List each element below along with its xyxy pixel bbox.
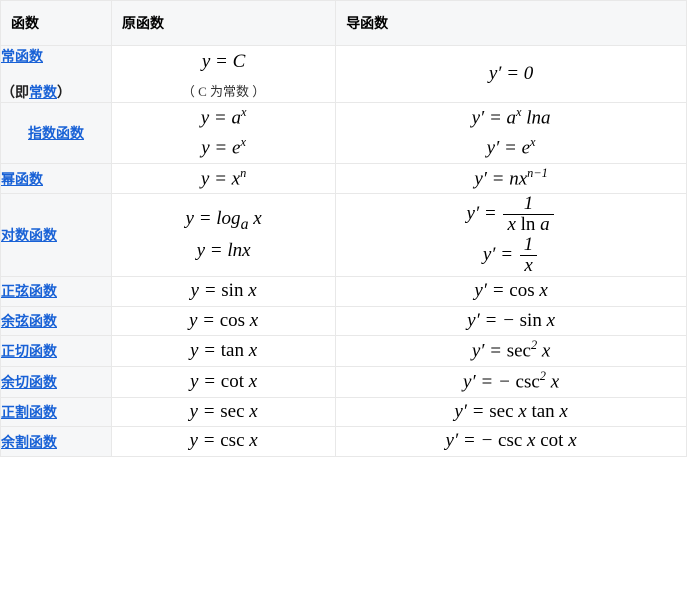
cell-original: y = xn [112, 163, 336, 194]
cell-original: y = cos x [112, 306, 336, 336]
link-cotangent[interactable]: 余切函数 [1, 376, 57, 391]
table-row: 对数函数 y = loga x y = lnx y′ = 1x ln a y′ … [1, 194, 687, 277]
cell-derivative: y′ = nxn−1 [336, 163, 687, 194]
cell-derivative: y′ = cos x [336, 277, 687, 307]
link-constant[interactable]: 常数 [29, 86, 57, 101]
cell-derivative: y′ = 1x ln a y′ = 1x [336, 194, 687, 277]
table-row: 正弦函数 y = sin x y′ = cos x [1, 277, 687, 307]
header-original: 原函数 [112, 1, 336, 46]
cell-original: y = sin x [112, 277, 336, 307]
table-row: 余弦函数 y = cos x y′ = − sin x [1, 306, 687, 336]
row-label-constant: 常函数 （即常数） [1, 46, 112, 103]
link-sine[interactable]: 正弦函数 [1, 285, 57, 300]
table-row: 幂函数 y = xn y′ = nxn−1 [1, 163, 687, 194]
cell-derivative: y′ = sec2 x [336, 336, 687, 367]
cell-original: y = cot x [112, 367, 336, 398]
derivative-table: 函数 原函数 导函数 常函数 （即常数） y = C （ C 为常数 ） y′ … [0, 0, 687, 457]
link-secant[interactable]: 正割函数 [1, 406, 57, 421]
cell-original: y = tan x [112, 336, 336, 367]
cell-original: y = C （ C 为常数 ） [112, 46, 336, 103]
row-label-logarithm: 对数函数 [1, 194, 112, 277]
row-label-power: 幂函数 [1, 163, 112, 194]
cell-derivative: y′ = 0 [336, 46, 687, 103]
row-label-tangent: 正切函数 [1, 336, 112, 367]
link-cosine[interactable]: 余弦函数 [1, 315, 57, 330]
link-constant-function[interactable]: 常函数 [1, 50, 43, 65]
header-function: 函数 [1, 1, 112, 46]
link-tangent[interactable]: 正切函数 [1, 345, 57, 360]
table-row: 常函数 （即常数） y = C （ C 为常数 ） y′ = 0 [1, 46, 687, 103]
link-power[interactable]: 幂函数 [1, 173, 43, 188]
table-row: 正切函数 y = tan x y′ = sec2 x [1, 336, 687, 367]
row-label-secant: 正割函数 [1, 397, 112, 427]
row-label-sine: 正弦函数 [1, 277, 112, 307]
cell-derivative: y′ = ax lna y′ = ex [336, 103, 687, 164]
cell-original: y = sec x [112, 397, 336, 427]
link-exponential[interactable]: 指数函数 [28, 127, 84, 142]
header-derivative: 导函数 [336, 1, 687, 46]
table-row: 正割函数 y = sec x y′ = sec x tan x [1, 397, 687, 427]
cell-derivative: y′ = sec x tan x [336, 397, 687, 427]
cell-original: y = loga x y = lnx [112, 194, 336, 277]
table-row: 余割函数 y = csc x y′ = − csc x cot x [1, 427, 687, 457]
cell-original: y = csc x [112, 427, 336, 457]
row-label-cotangent: 余切函数 [1, 367, 112, 398]
cell-derivative: y′ = − csc2 x [336, 367, 687, 398]
link-logarithm[interactable]: 对数函数 [1, 229, 57, 244]
row-label-exponential: 指数函数 [1, 103, 112, 164]
row-label-cosecant: 余割函数 [1, 427, 112, 457]
cell-original: y = ax y = ex [112, 103, 336, 164]
cell-derivative: y′ = − csc x cot x [336, 427, 687, 457]
table-row: 余切函数 y = cot x y′ = − csc2 x [1, 367, 687, 398]
cell-derivative: y′ = − sin x [336, 306, 687, 336]
table-row: 指数函数 y = ax y = ex y′ = ax lna y′ = ex [1, 103, 687, 164]
table-header-row: 函数 原函数 导函数 [1, 1, 687, 46]
link-cosecant[interactable]: 余割函数 [1, 436, 57, 451]
row-label-cosine: 余弦函数 [1, 306, 112, 336]
